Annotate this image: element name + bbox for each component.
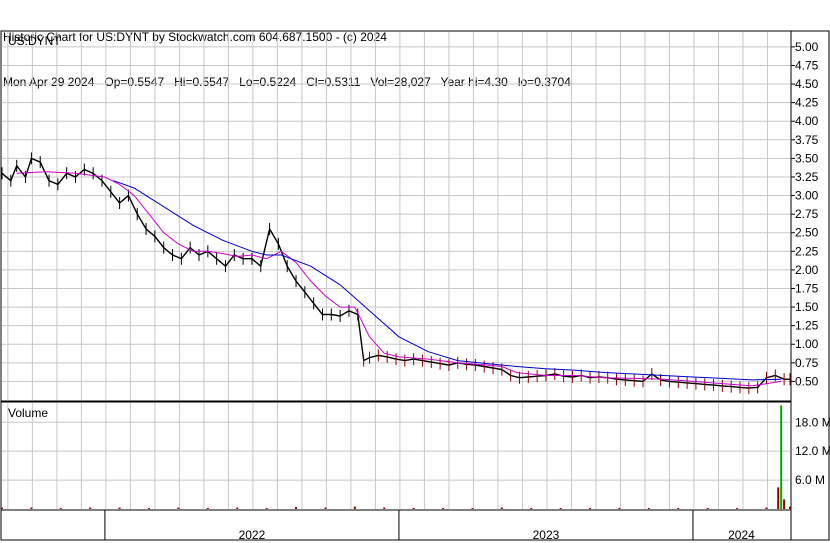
volume-bar <box>706 508 709 510</box>
price-y-tick-label: 0.50 <box>795 374 819 388</box>
volume-bar <box>324 507 327 509</box>
volume-bar <box>789 506 791 509</box>
volume-bar <box>618 508 621 510</box>
volume-bars-group <box>1 405 791 510</box>
volume-bar <box>383 507 386 509</box>
volume-bar <box>265 508 268 510</box>
volume-bar <box>765 507 768 509</box>
volume-panel-frame <box>0 401 792 511</box>
volume-bar <box>530 508 533 510</box>
volume-bar <box>118 507 121 509</box>
x-tick-label: 2022 <box>239 528 266 542</box>
price-y-tick-label: 2.50 <box>795 226 819 240</box>
volume-bar <box>736 508 739 510</box>
price-panel-frame <box>0 30 792 402</box>
series-line-ma_long <box>113 180 782 381</box>
price-y-tick-label: 1.00 <box>795 337 819 351</box>
volume-bar <box>500 507 503 509</box>
volume-bar <box>677 508 680 510</box>
price-y-tick-label: 1.75 <box>795 281 819 295</box>
x-tick-labels: 2022 2023 2024 <box>104 510 755 542</box>
price-y-tick-label: 2.75 <box>795 207 819 221</box>
price-y-tick-label: 5.00 <box>795 40 819 54</box>
x-tick-label: 2023 <box>533 528 560 542</box>
price-y-tick-label: 2.00 <box>795 263 819 277</box>
volume-bar <box>236 507 239 509</box>
volume-bar <box>589 508 592 510</box>
volume-bar <box>59 508 62 510</box>
volume-bar <box>148 508 151 510</box>
price-y-tick-label: 4.75 <box>795 58 819 72</box>
volume-bar <box>177 507 180 509</box>
volume-bar <box>89 507 92 509</box>
price-y-tick-label: 3.50 <box>795 151 819 165</box>
volume-bar <box>30 507 33 509</box>
x-tick-label: 2024 <box>728 528 755 542</box>
volume-y-tick-label: 6.0 M <box>795 473 825 487</box>
volume-bar <box>1 507 3 509</box>
volume-bar <box>777 487 780 509</box>
volume-bar <box>442 508 445 510</box>
volume-bar <box>559 508 562 510</box>
price-y-tick-label: 1.25 <box>795 319 819 333</box>
volume-bar <box>206 508 209 510</box>
volume-bar <box>647 508 650 510</box>
series-line-ma_short <box>16 171 782 387</box>
volume-bar <box>353 506 356 509</box>
price-y-tick-label: 2.25 <box>795 244 819 258</box>
volume-bar <box>412 508 415 510</box>
volume-panel-title: Volume <box>8 406 48 420</box>
volume-y-tick-label: 12.0 M <box>795 444 830 458</box>
volume-grid <box>2 403 790 509</box>
price-grid <box>2 32 790 400</box>
volume-bar <box>780 405 783 509</box>
price-y-tick-label: 1.50 <box>795 300 819 314</box>
price-panel-title: US:DYNT <box>8 34 61 48</box>
volume-bar <box>783 499 786 509</box>
chart-svg: 5.00 4.75 4.50 4.25 4.00 3.75 3.50 3.25 3.00 2.75… <box>0 30 830 542</box>
volume-bar <box>295 507 298 509</box>
x-axis-frame <box>0 509 792 541</box>
price-y-tick-label: 0.75 <box>795 356 819 370</box>
volume-y-tick-label: 18.0 M <box>795 415 830 429</box>
price-y-tick-label: 3.00 <box>795 189 819 203</box>
price-y-tick-label: 4.50 <box>795 77 819 91</box>
volume-y-tick-labels: 18.0 M 12.0 M 6.0 M <box>795 415 830 487</box>
price-y-tick-label: 4.25 <box>795 96 819 110</box>
price-y-tick-label: 4.00 <box>795 114 819 128</box>
price-series-group <box>1 152 791 395</box>
price-y-tick-label: 3.25 <box>795 170 819 184</box>
price-y-tick-label: 3.75 <box>795 133 819 147</box>
volume-bar <box>471 508 474 510</box>
